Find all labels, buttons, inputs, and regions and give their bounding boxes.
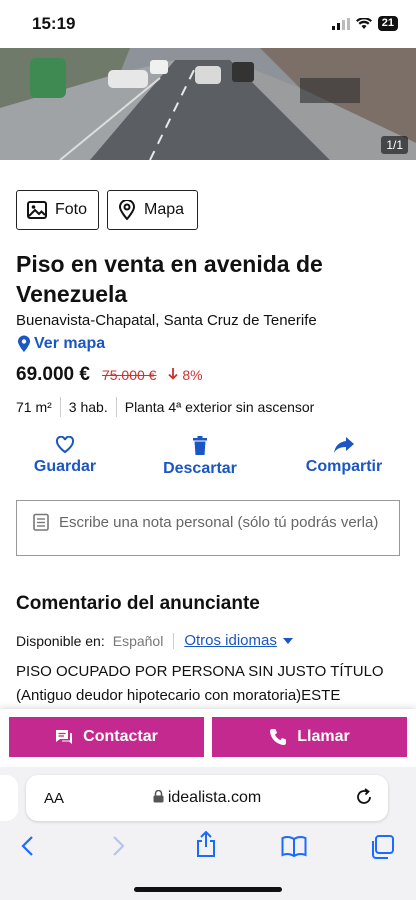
foto-button[interactable]: Foto (16, 190, 99, 230)
features-row: 71 m² 3 hab. Planta 4ª exterior sin asce… (16, 397, 322, 417)
feature-rooms: 3 hab. (59, 397, 116, 417)
ver-mapa-label: Ver mapa (34, 335, 106, 352)
home-indicator (134, 887, 282, 892)
current-language: Español (113, 632, 175, 649)
heart-icon (55, 436, 75, 454)
listing-photo[interactable]: 1/1 (0, 48, 416, 160)
listing-title: Piso en venta en avenida de Venezuela (16, 251, 323, 307)
share-arrow-icon (334, 437, 354, 453)
signal-icon (331, 17, 350, 30)
reload-icon[interactable] (354, 787, 374, 807)
other-languages-dropdown[interactable]: Otros idiomas (184, 632, 293, 649)
feature-area: 71 m² (16, 399, 52, 415)
llamar-button[interactable]: Llamar (212, 717, 407, 757)
status-time: 15:19 (32, 14, 76, 33)
note-placeholder: Escribe una nota personal (sólo tú podrá… (59, 514, 379, 531)
share-icon[interactable] (195, 831, 217, 857)
mapa-button[interactable]: Mapa (107, 190, 198, 230)
caret-down-icon (282, 637, 293, 644)
old-price: 75.000 € (101, 367, 157, 383)
url-text: idealista.com (167, 789, 262, 806)
price-drop-value: 8% (182, 367, 203, 383)
forward-icon[interactable] (110, 835, 126, 857)
price: 69.000 € (16, 364, 90, 385)
previous-tab-preview[interactable] (0, 775, 18, 821)
foto-button-label: Foto (55, 201, 88, 218)
guardar-button[interactable]: Guardar (32, 436, 98, 476)
cta-bar: Contactar Llamar (0, 709, 416, 767)
trash-icon (193, 436, 207, 455)
tabs-icon[interactable] (370, 835, 394, 859)
back-icon[interactable] (20, 835, 36, 857)
contactar-label: Contactar (83, 728, 158, 745)
arrow-down-icon (168, 368, 179, 380)
address-bar[interactable]: AA idealista.com (26, 775, 388, 821)
photo-counter: 1/1 (381, 136, 408, 154)
url-display: idealista.com (26, 789, 388, 807)
status-icons: 21 (331, 16, 398, 31)
mapa-button-label: Mapa (144, 201, 185, 218)
descartar-button[interactable]: Descartar (158, 436, 242, 478)
listing-address: Buenavista-Chapatal, Santa Cruz de Tener… (16, 312, 317, 329)
other-languages-label: Otros idiomas (184, 632, 277, 649)
available-in-label: Disponible en: (16, 632, 105, 649)
feature-floor: Planta 4ª exterior sin ascensor (115, 397, 323, 417)
compartir-button[interactable]: Compartir (300, 436, 388, 476)
price-row: 69.000 € 75.000 € 8% (16, 364, 203, 386)
comment-section-title: Comentario del anunciante (16, 593, 260, 614)
contactar-button[interactable]: Contactar (9, 717, 204, 757)
street-photo (0, 48, 416, 160)
map-pin-icon (18, 335, 30, 352)
image-icon (27, 201, 47, 219)
wifi-icon (355, 17, 372, 29)
status-bar: 15:19 21 (0, 0, 416, 48)
phone-icon (270, 729, 287, 745)
bookmarks-icon[interactable] (281, 835, 307, 857)
descartar-label: Descartar (163, 460, 237, 477)
guardar-label: Guardar (33, 458, 97, 475)
browser-chrome: AA idealista.com (0, 767, 416, 900)
note-icon (33, 513, 49, 531)
compartir-label: Compartir (305, 458, 383, 475)
battery-icon: 21 (377, 16, 398, 31)
comment-text: PISO OCUPADO POR PERSONA SIN JUSTO TÍTUL… (16, 663, 384, 704)
chat-icon (56, 730, 73, 744)
price-drop: 8% (168, 367, 203, 383)
language-row: Disponible en: Español Otros idiomas (16, 632, 293, 649)
ver-mapa-link[interactable]: Ver mapa (16, 335, 105, 353)
personal-note-field[interactable]: Escribe una nota personal (sólo tú podrá… (16, 500, 400, 556)
location-pin-icon (118, 200, 136, 220)
llamar-label: Llamar (297, 728, 350, 745)
lock-icon (153, 789, 164, 803)
